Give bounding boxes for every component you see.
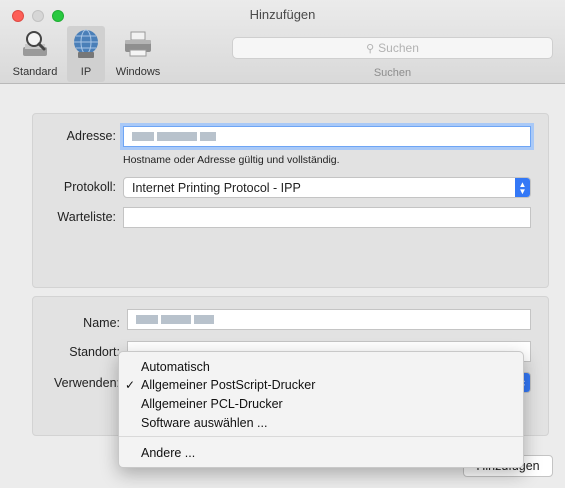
- menu-item-label: Andere ...: [141, 445, 196, 460]
- toolbar-item-label: Windows: [115, 66, 161, 78]
- address-value-redacted: [200, 132, 216, 141]
- name-value-redacted: [194, 315, 214, 324]
- menu-item-label: Allgemeiner PCL-Drucker: [141, 396, 283, 411]
- add-printer-window: Hinzufügen Standard IP Windows ⚲ Suchen …: [0, 0, 565, 488]
- toolbar: Hinzufügen Standard IP Windows ⚲ Suchen …: [0, 0, 565, 84]
- name-value-redacted: [161, 315, 191, 324]
- globe-icon: [74, 29, 98, 58]
- menu-item-generic-pcl[interactable]: Allgemeiner PCL-Drucker: [119, 394, 523, 413]
- search-input[interactable]: ⚲ Suchen: [232, 37, 553, 59]
- menu-item-label: Automatisch: [141, 359, 210, 374]
- use-driver-popup-menu: Automatisch ✓ Allgemeiner PostScript-Dru…: [118, 351, 524, 468]
- menu-item-other[interactable]: Andere ...: [119, 443, 523, 462]
- address-value-redacted: [132, 132, 154, 141]
- protocol-label: Protokoll:: [63, 180, 116, 194]
- protocol-value: Internet Printing Protocol - IPP: [132, 180, 301, 195]
- address-field[interactable]: [123, 126, 531, 147]
- location-label: Standort:: [69, 345, 120, 359]
- menu-item-generic-postscript[interactable]: ✓ Allgemeiner PostScript-Drucker: [119, 375, 523, 394]
- name-label: Name:: [83, 316, 120, 330]
- windows-printer-icon: [125, 31, 151, 57]
- toolbar-item-label: Standard: [12, 66, 58, 78]
- toolbar-item-standard[interactable]: Standard: [6, 26, 64, 82]
- address-value-redacted: [157, 132, 197, 141]
- toolbar-item-ip[interactable]: IP: [67, 26, 105, 82]
- menu-item-label: Allgemeiner PostScript-Drucker: [141, 377, 316, 392]
- standard-printer-icon: [23, 31, 47, 56]
- chevron-updown-icon: ▲▼: [515, 178, 530, 197]
- name-value-redacted: [136, 315, 158, 324]
- search-icon: ⚲: [366, 42, 375, 55]
- protocol-select[interactable]: Internet Printing Protocol - IPP ▲ ▼: [123, 177, 531, 198]
- window-title: Hinzufügen: [249, 7, 316, 22]
- toolbar-item-windows[interactable]: Windows: [110, 26, 166, 82]
- checkmark-icon: ✓: [125, 377, 136, 392]
- search-placeholder: Suchen: [378, 41, 419, 55]
- menu-item-automatic[interactable]: Automatisch: [119, 357, 523, 376]
- toolbar-item-label: IP: [80, 66, 92, 78]
- address-hint: Hostname oder Adresse gültig und vollstä…: [123, 154, 340, 166]
- menu-separator: [119, 436, 523, 437]
- use-label: Verwenden:: [53, 376, 120, 390]
- name-field[interactable]: [127, 309, 531, 330]
- menu-item-label: Software auswählen ...: [141, 415, 268, 430]
- queue-field[interactable]: [123, 207, 531, 228]
- address-label: Adresse:: [66, 129, 116, 143]
- search-caption: Suchen: [373, 67, 412, 79]
- menu-item-select-software[interactable]: Software auswählen ...: [119, 413, 523, 432]
- queue-label: Warteliste:: [57, 210, 116, 224]
